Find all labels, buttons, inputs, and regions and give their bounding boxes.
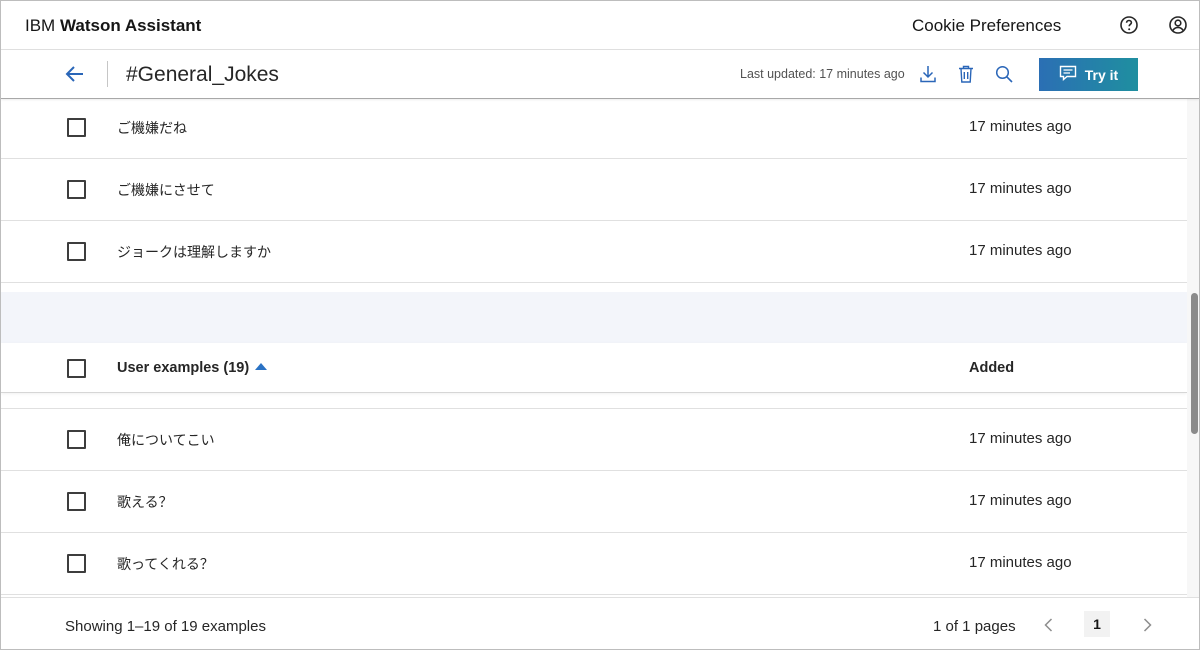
table-row: ジョークは理解しますか 17 minutes ago (1, 221, 1187, 283)
user-example-text[interactable]: ご機嫌にさせて (117, 180, 215, 200)
sort-ascending-icon (255, 363, 268, 370)
brand-prefix: IBM (25, 16, 56, 35)
user-examples-column-header[interactable]: User examples (19) (117, 360, 268, 376)
table-row: 俺についてこい 17 minutes ago (1, 409, 1187, 471)
pagination-footer: Showing 1–19 of 19 examples 1 of 1 pages… (1, 597, 1199, 649)
app-window: IBM Watson Assistant Cookie Preferences (0, 0, 1200, 650)
user-profile-icon[interactable] (1168, 15, 1188, 35)
last-updated-text: Last updated: 17 minutes ago (740, 67, 905, 81)
current-page-button[interactable]: 1 (1084, 611, 1110, 637)
showing-count: Showing 1–19 of 19 examples (65, 618, 266, 635)
top-header: IBM Watson Assistant Cookie Preferences (1, 1, 1199, 50)
added-time: 17 minutes ago (969, 430, 1072, 447)
row-checkbox[interactable] (67, 430, 86, 449)
table-row: ご機嫌だね 17 minutes ago (1, 97, 1187, 159)
cookie-preferences-link[interactable]: Cookie Preferences (912, 16, 1061, 36)
intent-title: #General_Jokes (126, 63, 279, 86)
added-time: 17 minutes ago (969, 118, 1072, 135)
section-spacer (1, 292, 1187, 343)
row-checkbox[interactable] (67, 242, 86, 261)
row-checkbox[interactable] (67, 180, 86, 199)
scrollbar-thumb[interactable] (1191, 293, 1198, 434)
table-row: 歌える？ 17 minutes ago (1, 471, 1187, 533)
help-icon[interactable] (1119, 15, 1139, 35)
added-time: 17 minutes ago (969, 242, 1072, 259)
row-checkbox[interactable] (67, 118, 86, 137)
added-column-header[interactable]: Added (969, 360, 1014, 376)
brand-logo[interactable]: IBM Watson Assistant (25, 16, 201, 36)
try-it-label: Try it (1084, 66, 1119, 83)
table-row: 歌ってくれる？ 17 minutes ago (1, 533, 1187, 595)
try-it-button[interactable]: Try it (1039, 58, 1138, 91)
download-icon[interactable] (918, 64, 938, 84)
table-header: User examples (19) Added (1, 343, 1187, 393)
user-example-text[interactable]: 歌える？ (117, 492, 173, 512)
intent-toolbar: #General_Jokes Last updated: 17 minutes … (1, 50, 1199, 99)
added-time: 17 minutes ago (969, 492, 1072, 509)
added-time: 17 minutes ago (969, 180, 1072, 197)
row-checkbox[interactable] (67, 492, 86, 511)
chat-icon (1059, 65, 1077, 84)
select-all-checkbox[interactable] (67, 359, 86, 378)
toolbar-divider (107, 61, 108, 87)
back-arrow-icon[interactable] (63, 63, 87, 85)
user-example-text[interactable]: ご機嫌だね (117, 118, 187, 138)
chevron-right-icon[interactable] (1140, 616, 1154, 634)
page-count: 1 of 1 pages (933, 618, 1016, 635)
added-time: 17 minutes ago (969, 554, 1072, 571)
row-checkbox[interactable] (67, 554, 86, 573)
user-example-text[interactable]: 俺についてこい (117, 430, 215, 450)
chevron-left-icon[interactable] (1042, 616, 1056, 634)
table-row: ご機嫌にさせて 17 minutes ago (1, 159, 1187, 221)
user-examples-header-label: User examples (19) (117, 360, 250, 376)
trash-icon[interactable] (956, 64, 976, 84)
brand-name: Watson Assistant (59, 16, 202, 35)
user-example-text[interactable]: ジョークは理解しますか (117, 242, 271, 262)
user-example-text[interactable]: 歌ってくれる？ (117, 554, 214, 574)
search-icon[interactable] (994, 64, 1014, 84)
